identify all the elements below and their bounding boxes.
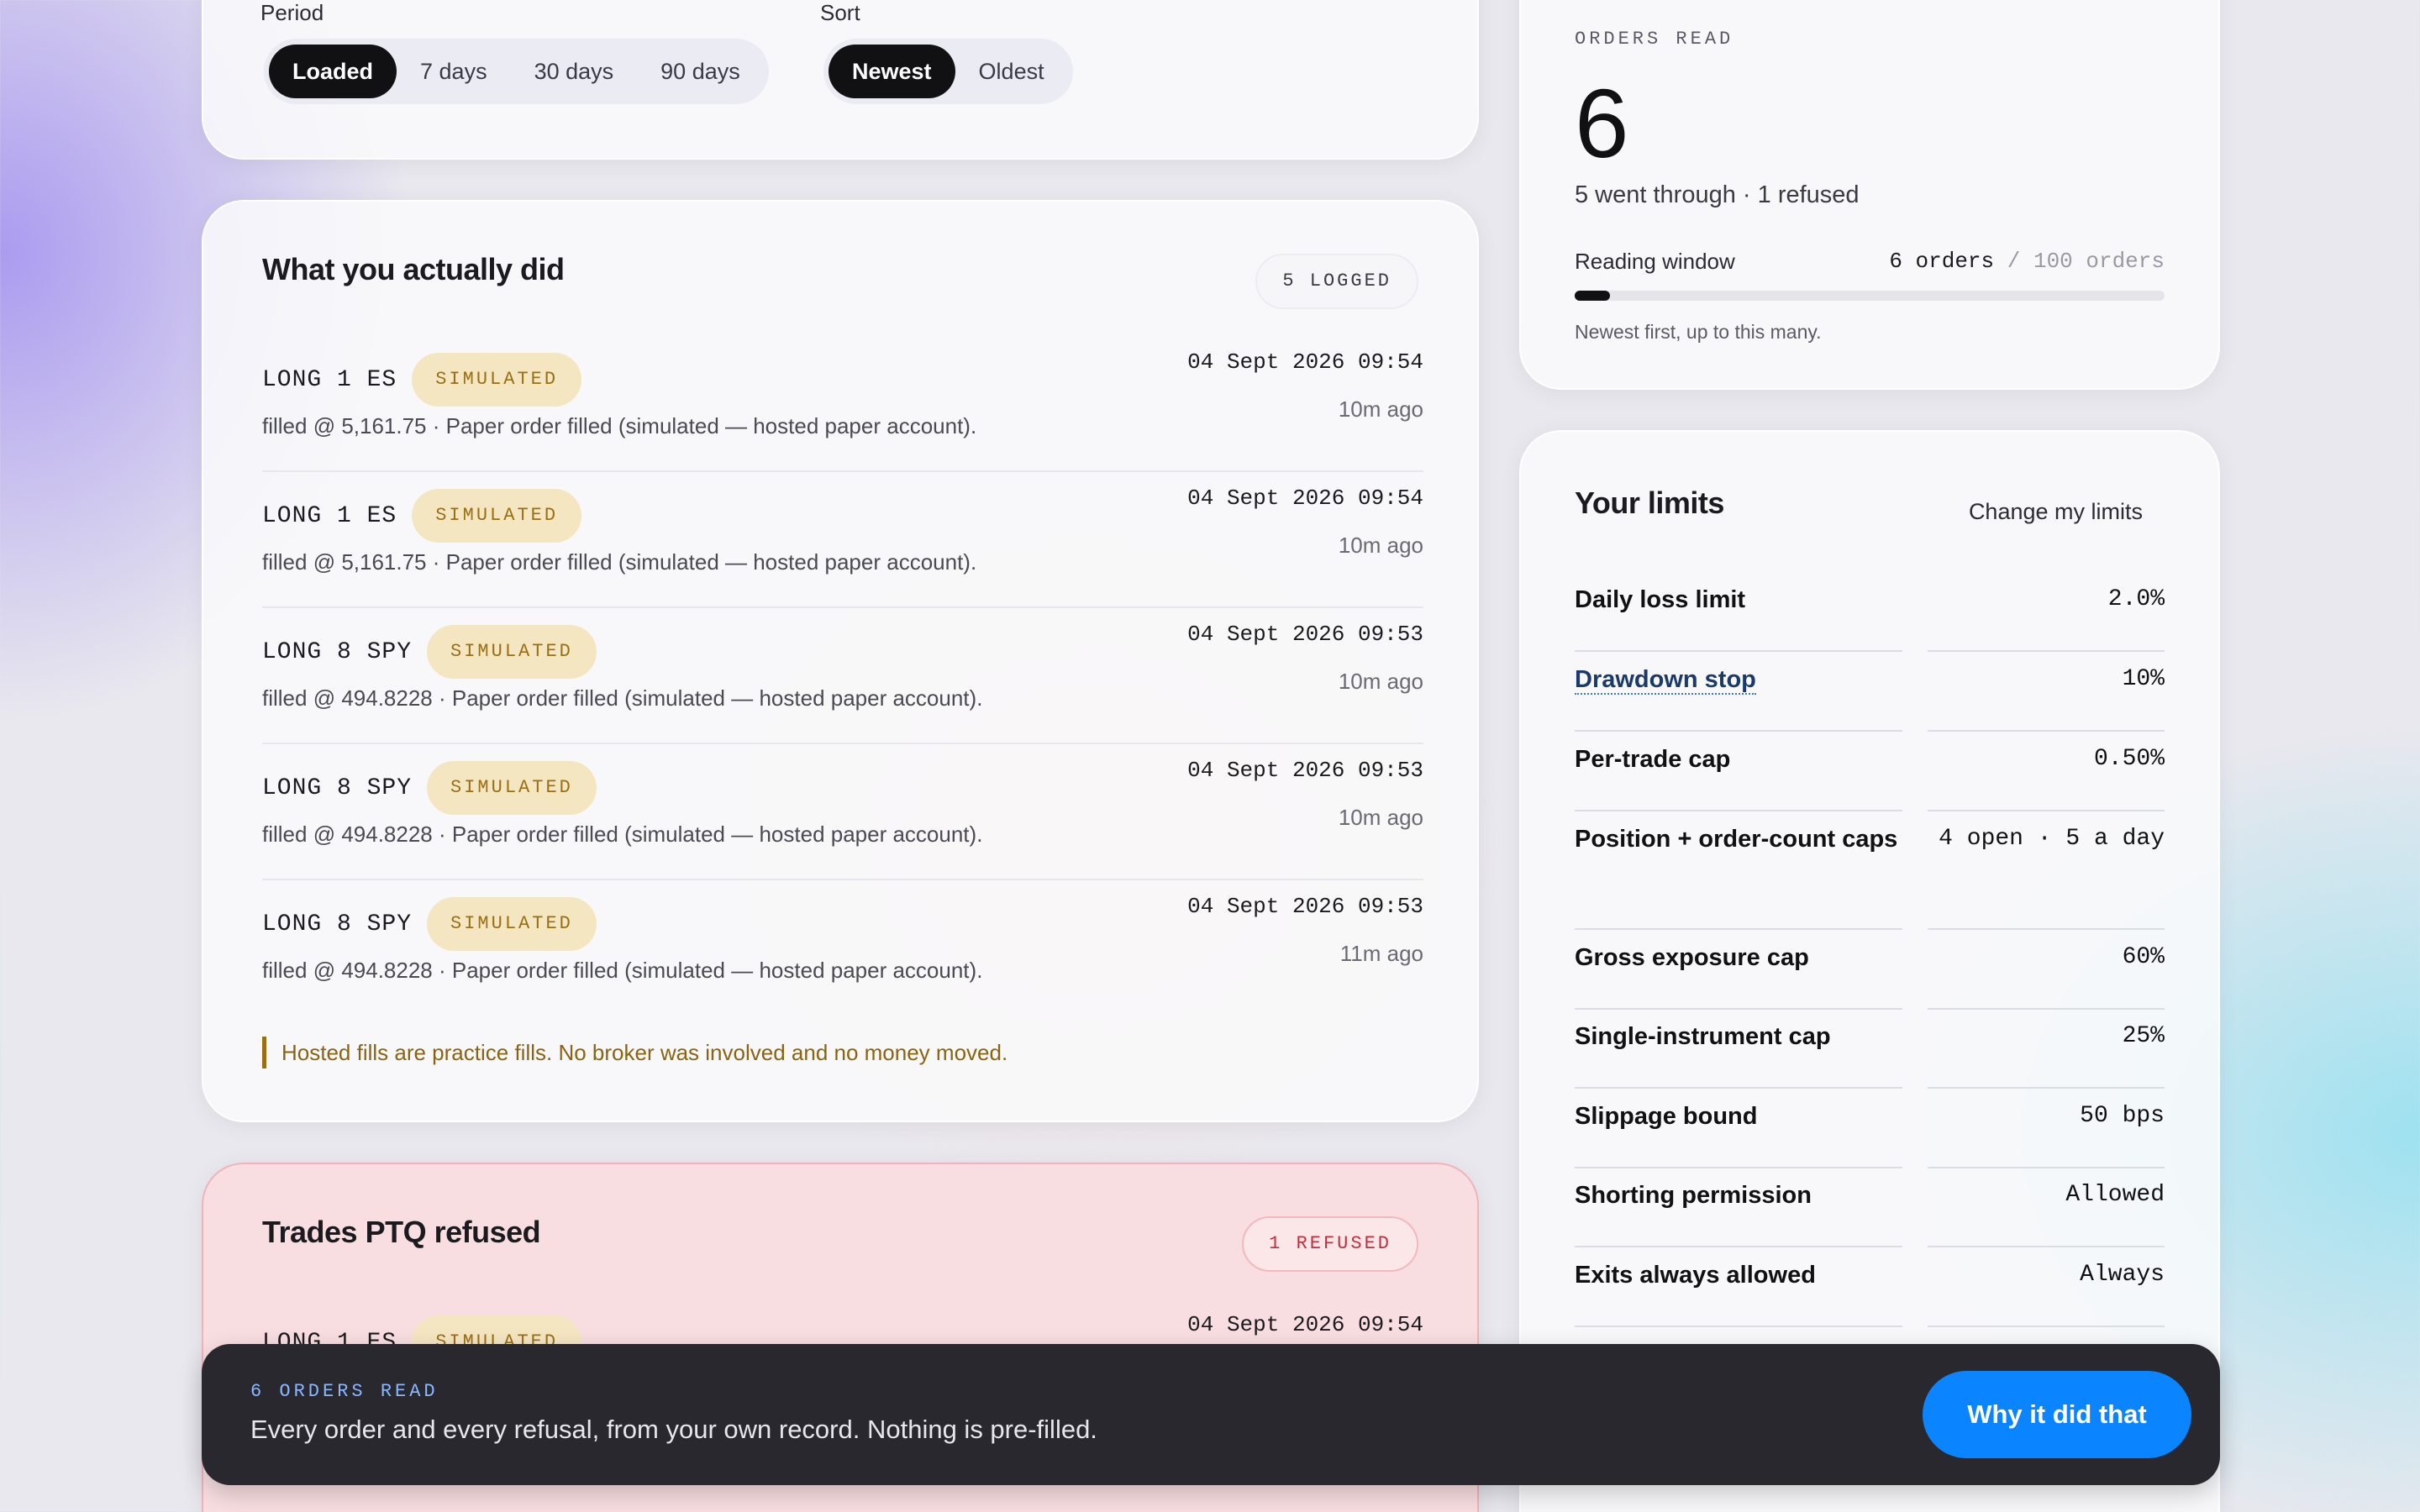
limit-name: Gross exposure cap: [1575, 944, 1809, 971]
sort-label: Sort: [820, 0, 860, 25]
limit-value: Allowed: [2065, 1182, 2165, 1208]
period-label: Period: [260, 0, 324, 25]
order-detail: filled @ 5,161.75 · Paper order filled (…: [262, 549, 977, 575]
simulated-badge: SIMULATED: [412, 353, 582, 407]
actions-title: What you actually did: [262, 252, 565, 286]
drawdown-stop-link[interactable]: Drawdown stop: [1575, 666, 1756, 695]
reading-window-separator: /: [2007, 249, 2021, 274]
limit-value: 2.0%: [2107, 586, 2165, 612]
limit-value: 60%: [2122, 944, 2165, 970]
period-option-30-days[interactable]: 30 days: [511, 45, 638, 98]
order-detail: filled @ 5,161.75 · Paper order filled (…: [262, 413, 977, 438]
bottom-action-bar: 6 ORDERS READ Every order and every refu…: [202, 1344, 2220, 1485]
order-relative-time: 10m ago: [1338, 533, 1423, 558]
limit-name: Exits always allowed: [1575, 1262, 1816, 1289]
limit-name: Shorting permission: [1575, 1182, 1812, 1209]
order-row[interactable]: LONG 1 ES SIMULATED filled @ 5,161.75 · …: [262, 472, 1423, 608]
bottom-bar-eyebrow: 6 ORDERS READ: [250, 1381, 439, 1402]
period-option-loaded[interactable]: Loaded: [269, 45, 397, 98]
limit-value: 10%: [2122, 666, 2165, 692]
order-timestamp: 04 Sept 2026 09:53: [1187, 622, 1423, 647]
order-relative-time: 11m ago: [1339, 941, 1423, 966]
reading-window-value: 6 orders / 100 orders: [1889, 249, 2165, 274]
limit-name: Daily loss limit: [1575, 586, 1746, 613]
limit-name: Per-trade cap: [1575, 746, 1731, 773]
order-detail: filled @ 494.8228 · Paper order filled (…: [262, 822, 983, 847]
order-timestamp: 04 Sept 2026 09:53: [1187, 758, 1423, 783]
bottom-bar-text: Every order and every refusal, from your…: [250, 1415, 1097, 1444]
limit-name: Position + order-count caps: [1575, 826, 1898, 853]
limit-name[interactable]: Drawdown stop: [1575, 661, 1902, 698]
order-summary: LONG 1 ES: [262, 502, 397, 529]
limit-value: Always: [2080, 1262, 2165, 1288]
limit-value: 0.50%: [2093, 746, 2165, 772]
reading-window-help: Newest first, up to this many.: [1575, 321, 1822, 343]
simulated-badge: SIMULATED: [427, 625, 597, 679]
simulated-badge: SIMULATED: [427, 897, 597, 951]
reading-window-max: 100 orders: [2033, 249, 2165, 274]
logged-count-badge: 5 LOGGED: [1255, 254, 1418, 309]
orders-read-card: ORDERS READ 6 5 went through · 1 refused…: [1519, 0, 2220, 390]
order-relative-time: 10m ago: [1338, 805, 1423, 830]
limits-title: Your limits: [1575, 486, 1724, 520]
practice-fills-notice: Hosted fills are practice fills. No brok…: [262, 1037, 1007, 1068]
limit-value: 50 bps: [2080, 1103, 2165, 1129]
sort-option-oldest[interactable]: Oldest: [955, 45, 1068, 98]
reading-window-label: Reading window: [1575, 249, 1735, 274]
limit-value: 4 open · 5 a day: [1939, 826, 2165, 852]
order-summary: LONG 8 SPY: [262, 911, 413, 937]
refused-title: Trades PTQ refused: [262, 1215, 541, 1249]
why-it-did-that-button[interactable]: Why it did that: [1923, 1371, 2191, 1458]
actions-card: What you actually did 5 LOGGED LONG 1 ES…: [202, 200, 1479, 1122]
limit-name: Slippage bound: [1575, 1103, 1758, 1130]
order-row[interactable]: LONG 8 SPY SIMULATED filled @ 494.8228 ·…: [262, 608, 1423, 744]
simulated-badge: SIMULATED: [412, 489, 582, 543]
refused-count-badge: 1 REFUSED: [1242, 1216, 1418, 1272]
order-timestamp: 04 Sept 2026 09:54: [1187, 349, 1423, 375]
simulated-badge: SIMULATED: [427, 761, 597, 815]
order-detail: filled @ 494.8228 · Paper order filled (…: [262, 958, 983, 983]
order-relative-time: 10m ago: [1338, 669, 1423, 694]
order-detail: filled @ 494.8228 · Paper order filled (…: [262, 685, 983, 711]
order-timestamp: 04 Sept 2026 09:54: [1187, 486, 1423, 511]
orders-read-summary: 5 went through · 1 refused: [1575, 181, 1860, 208]
reading-window-current: 6 orders: [1889, 249, 1995, 274]
reading-window-bar: [1575, 291, 2165, 301]
sort-option-newest[interactable]: Newest: [829, 45, 955, 98]
orders-read-eyebrow: ORDERS READ: [1575, 29, 1734, 50]
period-segmented-control: Loaded 7 days 30 days 90 days: [264, 39, 769, 104]
order-row[interactable]: LONG 1 ES SIMULATED filled @ 5,161.75 · …: [262, 336, 1423, 472]
order-timestamp: 04 Sept 2026 09:53: [1187, 894, 1423, 919]
order-row[interactable]: LONG 8 SPY SIMULATED filled @ 494.8228 ·…: [262, 880, 1423, 1016]
limit-name: Single-instrument cap: [1575, 1023, 1831, 1050]
order-summary: LONG 1 ES: [262, 366, 397, 393]
period-option-7-days[interactable]: 7 days: [397, 45, 511, 98]
change-limits-link[interactable]: Change my limits: [1969, 499, 2143, 525]
order-row[interactable]: LONG 8 SPY SIMULATED filled @ 494.8228 ·…: [262, 744, 1423, 880]
sort-segmented-control: Newest Oldest: [823, 39, 1073, 104]
period-option-90-days[interactable]: 90 days: [637, 45, 764, 98]
order-summary: LONG 8 SPY: [262, 774, 413, 801]
reading-window-bar-fill: [1575, 291, 1611, 301]
orders-read-count: 6: [1575, 69, 1629, 178]
order-timestamp: 04 Sept 2026 09:54: [1187, 1312, 1423, 1337]
limit-value: 25%: [2122, 1023, 2165, 1049]
filters-card: Period Loaded 7 days 30 days 90 days Sor…: [202, 0, 1479, 160]
order-summary: LONG 8 SPY: [262, 638, 413, 665]
order-relative-time: 10m ago: [1338, 396, 1423, 422]
